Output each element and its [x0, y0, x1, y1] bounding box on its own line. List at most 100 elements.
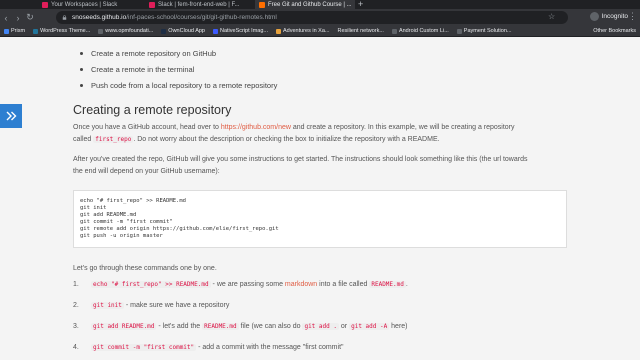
bookmark-payment[interactable]: Payment Solution... — [456, 28, 512, 34]
bookmarks-bar: Prism WordPress Theme... www.opmfoundati… — [0, 26, 640, 37]
text: called — [73, 136, 94, 143]
image-icon — [276, 28, 281, 34]
list-item: 1. echo "# first_repo" >> README.md - we… — [73, 281, 408, 302]
inline-code: first_repo — [93, 136, 134, 143]
text: the end will depend on your GitHub usern… — [73, 168, 220, 175]
inline-code: echo "# first_repo" >> README.md — [91, 281, 211, 288]
text: or — [338, 323, 350, 330]
bookmark-owncloud[interactable]: OwnCloud App — [161, 28, 205, 34]
list-item: Create a remote repository on GitHub — [79, 49, 277, 65]
code-line: git add README.md — [80, 212, 137, 218]
objectives-list: Create a remote repository on GitHub Cre… — [79, 49, 277, 97]
bookmark-label: Android Custom Li... — [398, 28, 449, 34]
text: . — [405, 281, 408, 288]
text: here) — [389, 323, 408, 330]
bookmark-prism[interactable]: Prism — [4, 28, 25, 34]
step-number: 2. — [73, 302, 79, 309]
step-number: 3. — [73, 323, 79, 330]
text: into a file called — [317, 281, 370, 288]
inline-code: git init — [91, 302, 124, 309]
walkthrough-paragraph: Let's go through these commands one by o… — [73, 265, 217, 272]
incognito-indicator[interactable]: Incognito — [589, 12, 628, 21]
tab-label: Slack | fem-front-end-web | F... — [158, 1, 240, 8]
bookmark-star-icon[interactable]: ☆ — [548, 12, 555, 21]
bookmark-label: Adventures in Xa... — [283, 28, 330, 34]
text: - let's add the — [156, 323, 203, 330]
tab-label: Your Workspaces | Slack — [51, 1, 118, 8]
bookmark-wordpress[interactable]: WordPress Theme... — [33, 28, 90, 34]
bookmark-favicon-icon — [4, 28, 9, 34]
inline-code: git add . — [302, 323, 339, 330]
text: - make sure we have a repository — [123, 302, 230, 309]
bookmark-resilient[interactable]: Resilient network... — [337, 28, 383, 34]
text: . Do not worry about the description or … — [133, 136, 440, 143]
code-line: echo "# first_repo" >> README.md — [80, 198, 186, 204]
bookmark-label: OwnCloud App — [168, 28, 205, 34]
markdown-link[interactable]: markdown — [285, 281, 317, 288]
step-number: 1. — [73, 281, 79, 288]
lock-icon — [62, 15, 67, 20]
bookmark-android[interactable]: Android Custom Li... — [391, 28, 449, 34]
course-favicon-icon — [259, 1, 265, 8]
list-item: 3. git add README.md - let's add the REA… — [73, 323, 408, 344]
steps-list: 1. echo "# first_repo" >> README.md - we… — [73, 281, 408, 360]
page-icon — [391, 28, 397, 34]
address-bar[interactable]: snoseeds.github.io/inf-paces-school/cour… — [56, 11, 568, 24]
inline-code: git add -A — [349, 323, 390, 330]
tab-slack-channel[interactable]: Slack | fem-front-end-web | F... ✕ — [145, 0, 245, 9]
list-item: 2. git init - make sure we have a reposi… — [73, 302, 408, 323]
wordpress-icon — [33, 28, 39, 34]
tab-git-course[interactable]: Free Git and Github Course | ... ✕ — [255, 0, 355, 9]
text: After you've created the repo, GitHub wi… — [73, 156, 528, 163]
slack-icon — [149, 1, 155, 8]
nativescript-icon — [213, 28, 218, 34]
page-content: Create a remote repository on GitHub Cre… — [0, 37, 640, 360]
tab-label: Free Git and Github Course | ... — [268, 1, 352, 8]
sidebar-toggle[interactable] — [0, 104, 22, 128]
incognito-icon — [589, 12, 599, 21]
new-tab-icon[interactable]: + — [358, 0, 363, 9]
section-heading: Creating a remote repository — [73, 103, 232, 117]
page-icon — [456, 28, 462, 34]
owncloud-icon — [161, 28, 167, 34]
step-number: 4. — [73, 344, 79, 351]
slack-icon — [42, 1, 48, 8]
bookmark-label: www.opmfoundati... — [105, 28, 154, 34]
list-item: 4. git commit -m "first commit" - add a … — [73, 344, 408, 360]
github-new-link[interactable]: https://github.com/new — [221, 124, 291, 131]
intro-paragraph: Once you have a GitHub account, head ove… — [73, 122, 569, 146]
text: and create a repository. In this example… — [290, 124, 515, 131]
other-bookmarks[interactable]: Other Bookmarks — [593, 28, 636, 34]
inline-code: git add README.md — [91, 323, 157, 330]
incognito-label: Incognito — [601, 13, 628, 20]
instructions-paragraph: After you've created the repo, GitHub wi… — [73, 154, 569, 178]
bookmark-opmfoundation[interactable]: www.opmfoundati... — [98, 28, 153, 34]
list-item: Create a remote in the terminal — [79, 65, 277, 81]
bookmark-adventures[interactable]: Adventures in Xa... — [276, 28, 329, 34]
code-block: echo "# first_repo" >> README.md git ini… — [73, 190, 567, 248]
code-line: git init — [80, 205, 107, 211]
inline-code: README.md — [369, 281, 406, 288]
bookmark-label: Payment Solution... — [463, 28, 512, 34]
code-line: git remote add origin https://github.com… — [80, 226, 279, 232]
bookmark-label: NativeScript Imag... — [220, 28, 268, 34]
back-icon[interactable]: ‹ — [0, 13, 12, 23]
text: - add a commit with the message "first c… — [196, 344, 344, 351]
text: - we are passing some — [210, 281, 285, 288]
browser-toolbar: ‹ › ↻ snoseeds.github.io/inf-paces-schoo… — [0, 9, 640, 26]
reload-icon[interactable]: ↻ — [24, 12, 36, 23]
text: file (we can also do — [238, 323, 303, 330]
inline-code: git commit -m "first commit" — [91, 344, 197, 351]
text: Once you have a GitHub account, head ove… — [73, 124, 221, 131]
tab-slack-workspaces[interactable]: Your Workspaces | Slack — [38, 0, 130, 9]
bookmark-label: Prism — [11, 28, 26, 34]
bookmark-label: WordPress Theme... — [40, 28, 91, 34]
globe-icon — [98, 28, 104, 34]
url-path: /inf-paces-school/courses/git/git-github… — [126, 14, 277, 21]
bookmark-label: Resilient network... — [337, 28, 384, 34]
browser-menu-icon[interactable]: ⋮ — [628, 11, 637, 22]
forward-icon[interactable]: › — [12, 13, 24, 23]
close-icon[interactable]: ✕ — [244, 1, 245, 8]
list-item: Push code from a local repository to a r… — [79, 81, 277, 97]
bookmark-nativescript[interactable]: NativeScript Imag... — [213, 28, 268, 34]
